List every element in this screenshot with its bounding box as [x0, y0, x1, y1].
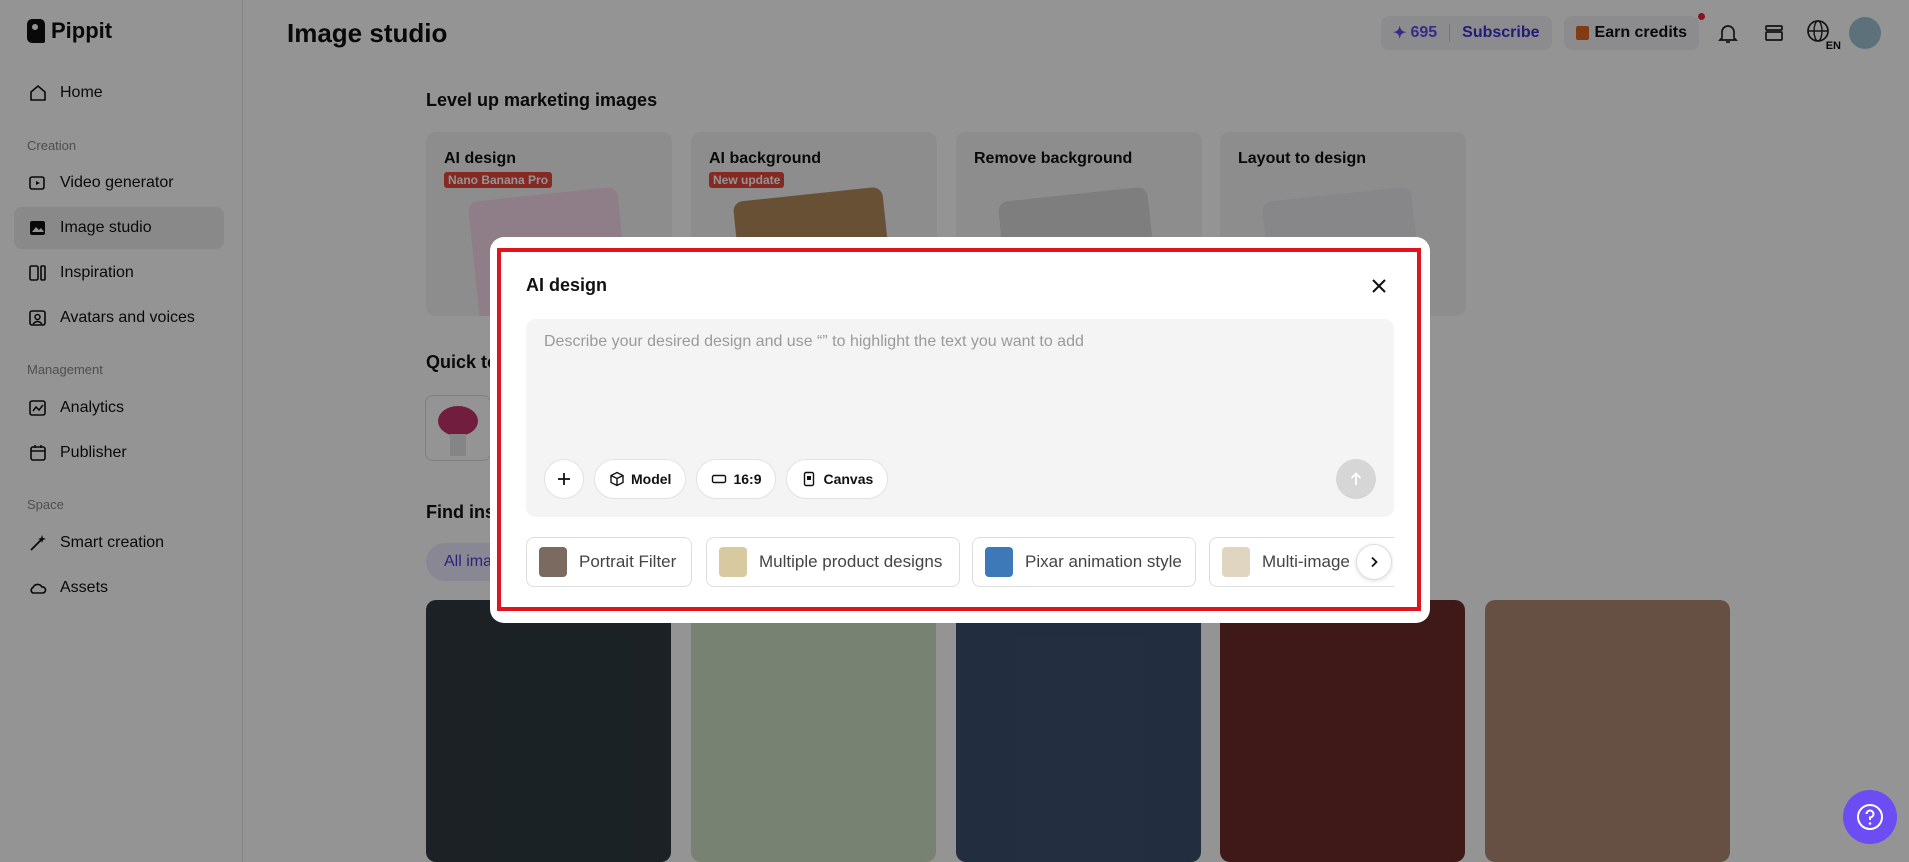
suggestion-label: Pixar animation style: [1025, 552, 1182, 571]
suggestions-next-button[interactable]: [1356, 544, 1392, 580]
canvas-button[interactable]: Canvas: [786, 459, 889, 499]
suggestion-thumbnail: [719, 547, 747, 577]
prompt-toolbar: Model 16:9 Canvas: [544, 459, 889, 499]
modal-title: AI design: [526, 275, 608, 295]
suggestion-label: Multiple product designs: [759, 552, 943, 571]
prompt-box: Model 16:9 Canvas: [526, 319, 1394, 517]
help-icon: [1857, 804, 1883, 830]
plus-icon: [558, 473, 570, 485]
add-attachment-button[interactable]: [544, 459, 584, 499]
suggestion-thumbnail: [1222, 547, 1250, 577]
close-button[interactable]: [1368, 275, 1390, 297]
suggestion-label: Portrait Filter: [579, 552, 677, 571]
model-button[interactable]: Model: [594, 459, 687, 499]
canvas-label: Canvas: [823, 471, 874, 487]
prompt-input[interactable]: [544, 333, 1374, 423]
aspect-ratio-label: 16:9: [733, 471, 762, 487]
suggestion-row: Portrait Filter Multiple product designs…: [526, 537, 1394, 587]
suggestion-chip-portrait-filter[interactable]: Portrait Filter: [526, 537, 692, 587]
suggestion-thumbnail: [539, 547, 567, 577]
aspect-ratio-icon: [712, 474, 727, 484]
model-label: Model: [631, 471, 672, 487]
ai-design-modal: AI design Model 16:9 Canvas: [490, 237, 1430, 623]
aspect-ratio-button[interactable]: 16:9: [696, 459, 777, 499]
help-button[interactable]: [1843, 790, 1897, 844]
cube-icon: [610, 471, 624, 487]
suggestion-thumbnail: [985, 547, 1013, 577]
send-button[interactable]: [1336, 459, 1376, 499]
arrow-up-icon: [1350, 472, 1362, 485]
chevron-right-icon: [1371, 556, 1378, 568]
canvas-icon: [804, 471, 815, 487]
suggestion-label: Multi-image: [1262, 552, 1350, 571]
suggestion-chip-multiple-product-designs[interactable]: Multiple product designs: [706, 537, 960, 587]
close-icon: [1372, 279, 1386, 293]
suggestion-chip-pixar-animation-style[interactable]: Pixar animation style: [972, 537, 1196, 587]
